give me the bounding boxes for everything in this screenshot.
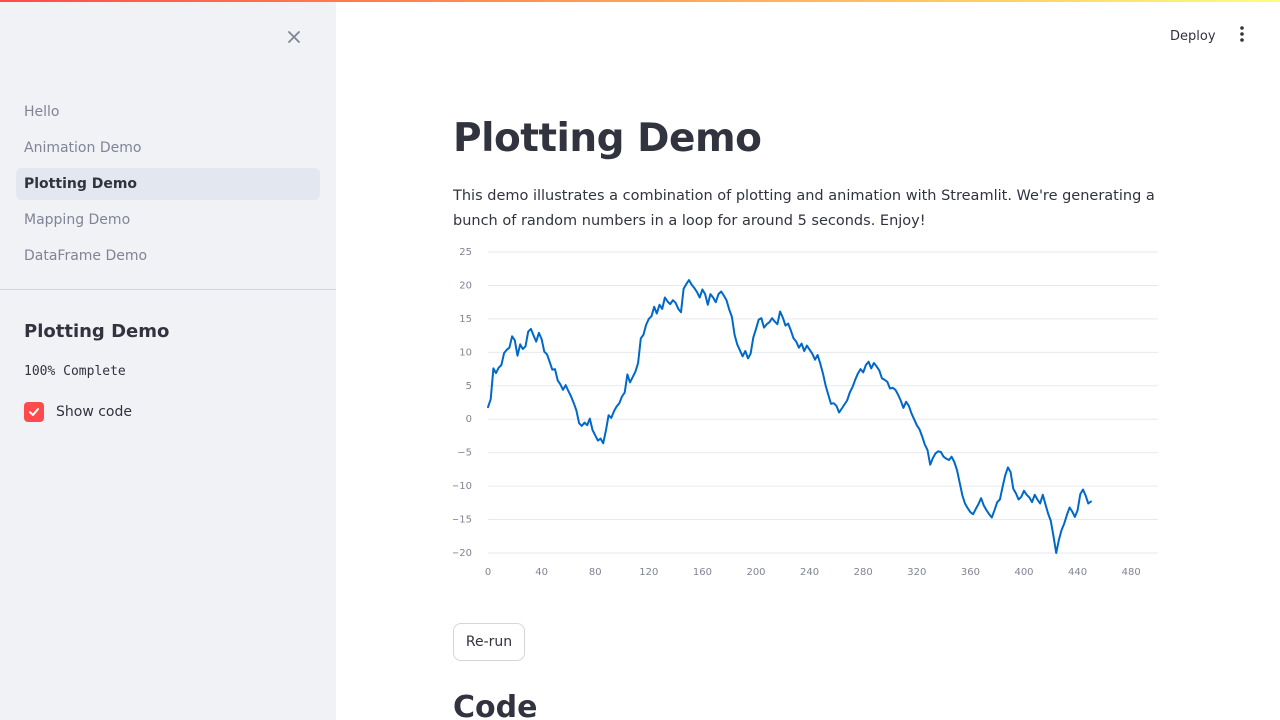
main-menu-button[interactable] — [1230, 24, 1254, 48]
y-tick-label: −15 — [453, 515, 472, 526]
rerun-label: Re-run — [465, 634, 513, 650]
line-chart: 25 20 15 10 5 0 −5 −10 −15 −20 0 40 80 120 160 200 240 28… — [451, 240, 1165, 590]
page-description: This demo illustrates a combination of p… — [453, 188, 1155, 229]
show-code-toggle[interactable]: Show code — [24, 402, 132, 422]
y-tick-label: 10 — [459, 347, 472, 358]
page-title: Plotting Demo — [453, 116, 762, 161]
sidebar-heading: Plotting Demo — [24, 321, 170, 342]
y-tick-label: −10 — [453, 481, 472, 492]
sidebar-item-label: DataFrame Demo — [24, 248, 148, 264]
x-tick-label: 280 — [854, 567, 873, 578]
progress-status-text: 100% Complete — [24, 364, 126, 379]
line-chart-svg: 25 20 15 10 5 0 −5 −10 −15 −20 0 40 80 120 160 200 240 28… — [451, 247, 1158, 578]
checkmark-icon — [29, 408, 39, 416]
top-decoration-bar — [0, 0, 1280, 2]
sidebar-item-label: Animation Demo — [24, 140, 142, 156]
x-tick-label: 200 — [746, 567, 765, 578]
y-tick-label: 15 — [459, 314, 472, 325]
sidebar-item-label: Plotting Demo — [24, 176, 138, 192]
deploy-button[interactable]: Deploy — [1160, 24, 1226, 48]
sidebar-nav: Hello Animation Demo Plotting Demo Mappi… — [16, 96, 320, 276]
x-tick-label: 80 — [589, 567, 602, 578]
sidebar-divider — [0, 289, 336, 290]
sidebar: Hello Animation Demo Plotting Demo Mappi… — [0, 0, 336, 720]
sidebar-item-animation-demo[interactable]: Animation Demo — [16, 132, 320, 164]
x-tick-label: 40 — [535, 567, 548, 578]
y-tick-label: 5 — [466, 381, 472, 392]
more-vertical-icon — [1240, 26, 1244, 46]
deploy-label: Deploy — [1170, 28, 1216, 44]
close-sidebar-button[interactable] — [280, 24, 308, 52]
close-icon — [287, 29, 301, 48]
y-tick-label: 20 — [459, 280, 472, 291]
rerun-button[interactable]: Re-run — [453, 623, 525, 661]
series-line — [487, 279, 1092, 554]
x-tick-label: 320 — [907, 567, 926, 578]
sidebar-item-mapping-demo[interactable]: Mapping Demo — [16, 204, 320, 236]
y-tick-label: 0 — [466, 414, 472, 425]
x-tick-label: 120 — [639, 567, 658, 578]
x-tick-label: 400 — [1014, 567, 1033, 578]
sidebar-item-plotting-demo[interactable]: Plotting Demo — [16, 168, 320, 200]
sidebar-item-dataframe-demo[interactable]: DataFrame Demo — [16, 240, 320, 272]
x-tick-label: 480 — [1122, 567, 1141, 578]
show-code-label: Show code — [56, 404, 132, 420]
code-heading: Code — [453, 690, 538, 720]
x-tick-label: 0 — [485, 567, 491, 578]
x-tick-label: 360 — [961, 567, 980, 578]
x-tick-label: 240 — [800, 567, 819, 578]
y-tick-label: 25 — [459, 247, 472, 258]
x-tick-label: 440 — [1068, 567, 1087, 578]
x-tick-label: 160 — [693, 567, 712, 578]
sidebar-item-label: Mapping Demo — [24, 212, 131, 228]
show-code-checkbox[interactable] — [24, 402, 44, 422]
y-tick-label: −5 — [457, 448, 472, 459]
sidebar-item-label: Hello — [24, 104, 60, 120]
y-tick-label: −20 — [453, 548, 472, 559]
sidebar-item-hello[interactable]: Hello — [16, 96, 320, 128]
